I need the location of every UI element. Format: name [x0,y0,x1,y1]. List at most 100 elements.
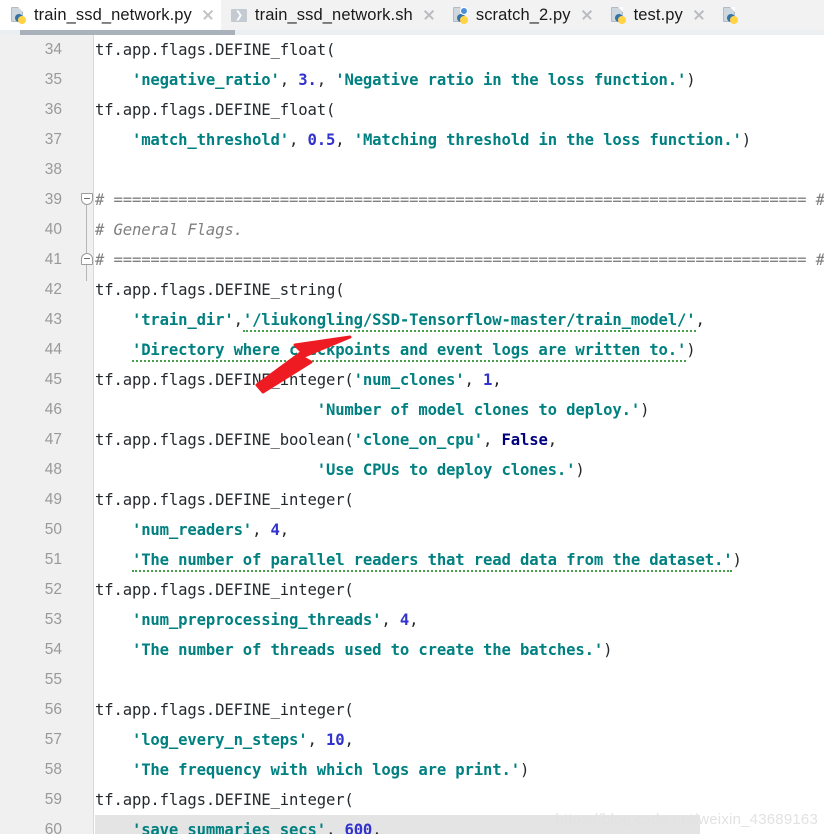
line-number[interactable]: 34 [0,35,62,65]
line-number[interactable]: 56 [0,695,62,725]
code-line[interactable]: 36 tf.app.flags.DEFINE_float( [0,95,824,125]
line-number[interactable]: 53 [0,605,62,635]
line-number[interactable]: 52 [0,575,62,605]
line-number[interactable]: 40 [0,215,62,245]
code-text[interactable]: tf.app.flags.DEFINE_string( [95,275,345,305]
line-number[interactable]: 43 [0,305,62,335]
token-pl: tf.app.flags.DEFINE_float( [95,101,336,119]
code-line[interactable]: 49 tf.app.flags.DEFINE_integer( [0,485,824,515]
code-text[interactable]: # General Flags. [95,215,243,245]
editor-tab-0[interactable]: train_ssd_network.py [0,0,221,30]
code-line[interactable]: 47 tf.app.flags.DEFINE_boolean('clone_on_… [0,425,824,455]
line-number[interactable]: 41 [0,245,62,275]
line-number[interactable]: 35 [0,65,62,95]
editor-tab-1[interactable]: ❯ train_ssd_network.sh [220,0,442,30]
line-number[interactable]: 36 [0,95,62,125]
code-text[interactable]: tf.app.flags.DEFINE_float( [95,35,335,65]
close-icon[interactable] [580,8,594,22]
code-text[interactable]: 'num_readers', 4, [95,515,289,545]
line-number[interactable]: 59 [0,785,62,815]
line-number[interactable]: 60 [0,815,62,834]
line-number[interactable]: 46 [0,395,62,425]
code-line[interactable]: 55 [0,665,824,695]
code-line[interactable]: 39 # ====================================… [0,185,824,215]
code-line[interactable]: 51 'The number of parallel readers that … [0,545,824,575]
code-line[interactable]: 45 tf.app.flags.DEFINE_integer('num_clone… [0,365,824,395]
code-line[interactable]: 48 'Use CPUs to deploy clones.') [0,455,824,485]
code-text[interactable]: tf.app.flags.DEFINE_boolean('clone_on_cp… [95,425,557,455]
close-icon[interactable] [422,8,436,22]
token-str: 'match_threshold' [131,131,290,149]
line-number[interactable]: 49 [0,485,62,515]
editor-tab-label: train_ssd_network.py [34,5,192,24]
editor-tab-overflow[interactable] [711,0,752,30]
code-text[interactable]: 'save_summaries_secs', 600, [95,815,382,834]
token-pl: , [335,131,354,149]
close-icon[interactable] [692,8,706,22]
python-file-icon [722,6,739,24]
code-lines[interactable]: 34 tf.app.flags.DEFINE_float(35 'negative… [0,35,824,834]
code-fold-open-icon[interactable] [81,193,93,205]
code-editor-area[interactable]: 34 tf.app.flags.DEFINE_float(35 'negative… [0,35,824,834]
code-line[interactable]: 40 # General Flags. [0,215,824,245]
token-str: 'clone_on_cpu' [353,431,484,449]
line-number[interactable]: 57 [0,725,62,755]
close-icon[interactable] [201,8,215,22]
code-text[interactable]: tf.app.flags.DEFINE_integer( [95,785,354,815]
code-line[interactable]: 41 # ====================================… [0,245,824,275]
line-number[interactable]: 38 [0,155,62,185]
editor-tab-3[interactable]: test.py [599,0,712,30]
code-line[interactable]: 42 tf.app.flags.DEFINE_string( [0,275,824,305]
code-line[interactable]: 58 'The frequency with which logs are pr… [0,755,824,785]
line-number[interactable]: 47 [0,425,62,455]
code-text[interactable]: tf.app.flags.DEFINE_integer( [95,695,354,725]
code-line[interactable]: 38 [0,155,824,185]
code-text[interactable]: 'The number of threads used to create th… [95,635,613,665]
code-text[interactable]: 'The number of parallel readers that rea… [95,545,742,575]
code-line[interactable]: 53 'num_preprocessing_threads', 4, [0,605,824,635]
editor-tab-2[interactable]: scratch_2.py [441,0,600,30]
code-line[interactable]: 43 'train_dir','/liukongling/SSD-Tensorf… [0,305,824,335]
code-line[interactable]: 44 'Directory where checkpoints and even… [0,335,824,365]
code-line[interactable]: 46 'Number of model clones to deploy.') [0,395,824,425]
line-number[interactable]: 48 [0,455,62,485]
code-text[interactable]: 'Use CPUs to deploy clones.') [95,455,585,485]
code-text[interactable]: tf.app.flags.DEFINE_integer('num_clones'… [95,365,502,395]
line-number[interactable]: 42 [0,275,62,305]
line-number[interactable]: 51 [0,545,62,575]
line-number[interactable]: 55 [0,665,62,695]
code-text[interactable]: tf.app.flags.DEFINE_float( [95,95,335,125]
code-text[interactable]: tf.app.flags.DEFINE_integer( [95,575,354,605]
line-number[interactable]: 58 [0,755,62,785]
code-text[interactable]: 'The frequency with which logs are print… [95,755,529,785]
line-number[interactable]: 54 [0,635,62,665]
token-com: # ======================================… [95,191,824,209]
code-text[interactable]: 'Directory where checkpoints and event l… [95,335,696,365]
code-line[interactable]: 52 tf.app.flags.DEFINE_integer( [0,575,824,605]
code-text[interactable]: tf.app.flags.DEFINE_integer( [95,485,354,515]
code-text[interactable]: 'num_preprocessing_threads', 4, [95,605,419,635]
code-line[interactable]: 37 'match_threshold', 0.5, 'Matching thr… [0,125,824,155]
line-number[interactable]: 37 [0,125,62,155]
code-text[interactable]: 'train_dir','/liukongling/SSD-Tensorflow… [95,305,705,335]
code-line[interactable]: 35 'negative_ratio', 3., 'Negative ratio… [0,65,824,95]
token-com: # ======================================… [95,251,824,269]
code-fold-close-icon[interactable] [81,253,93,265]
code-text[interactable]: 'negative_ratio', 3., 'Negative ratio in… [95,65,696,95]
code-line[interactable]: 57 'log_every_n_steps', 10, [0,725,824,755]
code-line[interactable]: 34 tf.app.flags.DEFINE_float( [0,35,824,65]
line-number[interactable]: 45 [0,365,62,395]
line-number[interactable]: 50 [0,515,62,545]
code-text[interactable]: 'log_every_n_steps', 10, [95,725,354,755]
code-line[interactable]: 50 'num_readers', 4, [0,515,824,545]
line-number[interactable]: 44 [0,335,62,365]
line-number[interactable]: 39 [0,185,62,215]
code-text[interactable]: # ======================================… [95,245,824,275]
code-text[interactable]: # ======================================… [95,185,824,215]
code-line[interactable]: 54 'The number of threads used to create… [0,635,824,665]
code-line[interactable]: 56 tf.app.flags.DEFINE_integer( [0,695,824,725]
code-text[interactable]: 'Number of model clones to deploy.') [95,395,650,425]
code-text[interactable]: 'match_threshold', 0.5, 'Matching thresh… [95,125,751,155]
